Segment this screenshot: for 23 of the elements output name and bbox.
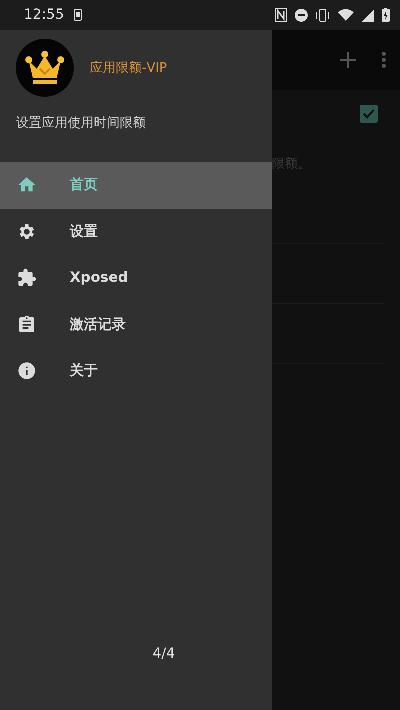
menu-item[interactable]: 激活记录 — [0, 302, 272, 348]
battery-icon — [382, 8, 390, 22]
vibrate-icon — [316, 8, 330, 22]
nfc-icon — [275, 8, 287, 22]
checkbox[interactable] — [360, 105, 378, 123]
add-icon[interactable] — [340, 52, 356, 68]
info-icon — [17, 361, 37, 382]
status-time: 12:55 — [24, 7, 64, 23]
clipboard-icon — [17, 314, 37, 335]
do-not-disturb-icon — [295, 8, 308, 22]
menu-item[interactable]: 关于 — [0, 348, 272, 394]
settings-icon — [17, 222, 37, 242]
more-icon[interactable] — [382, 52, 386, 68]
wifi-icon — [338, 9, 354, 21]
puzzle-icon — [17, 268, 37, 288]
signal-icon — [362, 8, 374, 22]
menu-item[interactable]: Xposed — [0, 255, 272, 302]
page-indicator: 4/4 — [152, 646, 176, 662]
crown-icon — [25, 51, 65, 85]
app-title: 应用限额-VIP — [90, 60, 168, 77]
app-subtitle: 设置应用使用时间限额 — [16, 115, 147, 132]
menu-item[interactable]: 设置 — [0, 208, 272, 255]
menu-item[interactable]: 首页 — [0, 162, 272, 208]
